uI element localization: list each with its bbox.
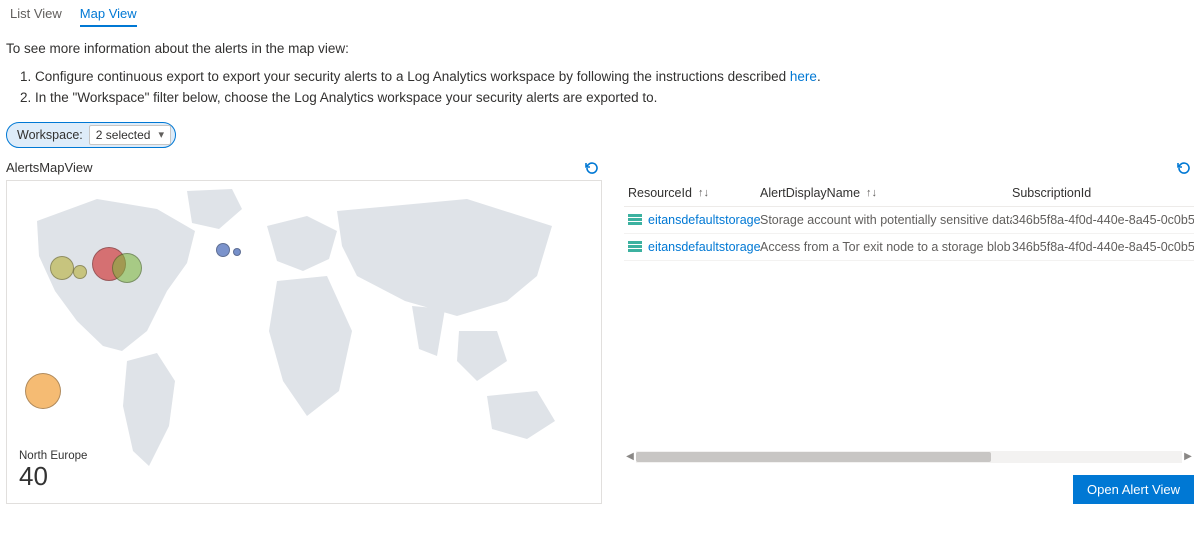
workspace-filter-label: Workspace: — [17, 128, 83, 142]
open-alert-view-button[interactable]: Open Alert View — [1073, 475, 1194, 504]
bubble-northeurope-2[interactable] — [233, 248, 241, 256]
sort-icon[interactable]: ↑↓ — [866, 187, 877, 199]
step-1: 1. Configure continuous export to export… — [20, 67, 1194, 87]
alerts-map[interactable]: North Europe 40 — [6, 180, 602, 504]
bubble-westus-2[interactable] — [73, 265, 87, 279]
sort-icon[interactable]: ↑↓ — [698, 187, 709, 199]
undo-icon-table[interactable] — [1176, 160, 1192, 176]
bubble-westus-1[interactable] — [50, 256, 74, 280]
resource-link[interactable]: eitansdefaultstorage — [628, 213, 760, 227]
scroll-right-arrow[interactable]: ▶ — [1182, 450, 1194, 464]
resource-link[interactable]: eitansdefaultstorage — [628, 240, 760, 254]
step-2: 2. In the "Workspace" filter below, choo… — [20, 88, 1194, 108]
storage-icon — [628, 241, 642, 253]
undo-icon[interactable] — [584, 160, 600, 176]
col-alertdisplayname[interactable]: AlertDisplayName — [760, 186, 860, 200]
col-subscriptionid[interactable]: SubscriptionId — [1012, 186, 1091, 200]
storage-icon — [628, 214, 642, 226]
table-row[interactable]: eitansdefaultstorage Access from a Tor e… — [624, 234, 1194, 261]
subscription-cell: 346b5f8a-4f0d-440e-8a45-0c0b5 — [1012, 213, 1194, 227]
world-map-svg — [7, 181, 602, 504]
alert-name-cell: Access from a Tor exit node to a storage… — [760, 240, 1012, 254]
scroll-thumb[interactable] — [636, 452, 991, 462]
horizontal-scrollbar[interactable]: ◀ ▶ — [624, 449, 1194, 465]
map-stat-value: 40 — [19, 462, 87, 491]
bubble-unassigned-orange[interactable] — [25, 373, 61, 409]
col-resourceid[interactable]: ResourceId — [628, 186, 692, 200]
chevron-down-icon: ▾ — [158, 128, 164, 141]
instructions-link-here[interactable]: here — [790, 69, 817, 84]
intro-text: To see more information about the alerts… — [6, 39, 1194, 59]
map-pane-title: AlertsMapView — [6, 160, 92, 175]
tab-map-view[interactable]: Map View — [80, 6, 137, 27]
scroll-left-arrow[interactable]: ◀ — [624, 450, 636, 464]
tab-list-view[interactable]: List View — [10, 6, 62, 27]
alert-name-cell: Storage account with potentially sensiti… — [760, 213, 1012, 227]
table-header: ResourceId ↑↓ AlertDisplayName ↑↓ Subscr… — [624, 180, 1194, 207]
bubble-centralus-green[interactable] — [112, 253, 142, 283]
table-row[interactable]: eitansdefaultstorage Storage account wit… — [624, 207, 1194, 234]
workspace-filter[interactable]: Workspace: 2 selected ▾ — [6, 122, 176, 148]
bubble-northeurope-1[interactable] — [216, 243, 230, 257]
scroll-track[interactable] — [636, 451, 1182, 463]
subscription-cell: 346b5f8a-4f0d-440e-8a45-0c0b5 — [1012, 240, 1194, 254]
workspace-filter-value[interactable]: 2 selected ▾ — [89, 125, 171, 145]
